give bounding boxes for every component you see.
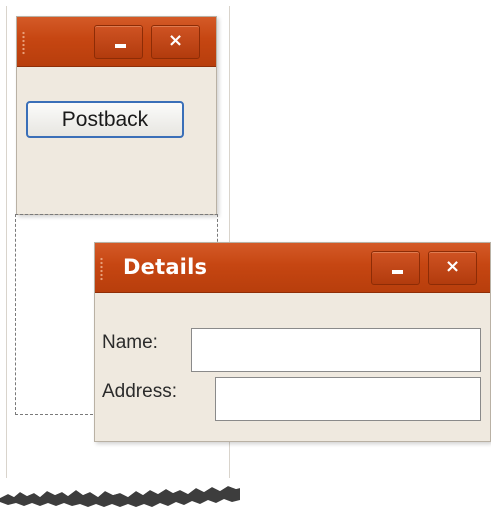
postback-button[interactable]: Postback bbox=[26, 101, 184, 138]
minimize-icon bbox=[115, 44, 126, 48]
close-icon: × bbox=[444, 256, 461, 277]
details-window: Details × Name: Address: bbox=[94, 242, 491, 442]
address-input[interactable] bbox=[215, 377, 481, 421]
details-window-body: Name: Address: bbox=[95, 293, 490, 441]
minimize-button[interactable] bbox=[371, 251, 420, 285]
close-button[interactable]: × bbox=[151, 25, 200, 59]
address-label: Address: bbox=[102, 381, 177, 402]
name-input[interactable] bbox=[191, 328, 481, 372]
details-window-titlebar[interactable]: Details × bbox=[95, 243, 490, 293]
minimize-button[interactable] bbox=[94, 25, 143, 59]
close-icon: × bbox=[167, 30, 184, 51]
drag-grip-icon[interactable] bbox=[100, 257, 103, 281]
torn-edge bbox=[0, 478, 240, 507]
drag-grip-icon[interactable] bbox=[22, 31, 25, 55]
name-label: Name: bbox=[102, 332, 158, 353]
close-button[interactable]: × bbox=[428, 251, 477, 285]
main-window-body: Postback bbox=[17, 67, 216, 214]
minimize-icon bbox=[392, 270, 403, 274]
main-window: × Postback bbox=[16, 16, 217, 215]
main-window-titlebar[interactable]: × bbox=[17, 17, 216, 67]
details-window-title: Details bbox=[123, 255, 208, 279]
